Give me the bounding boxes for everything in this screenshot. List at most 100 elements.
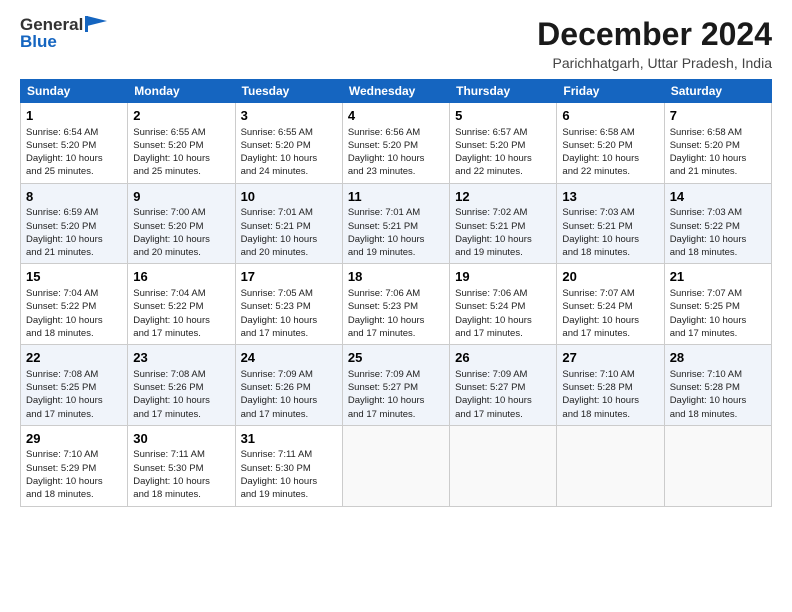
table-row: 23Sunrise: 7:08 AM Sunset: 5:26 PM Dayli… [128, 345, 235, 426]
day-detail: Sunrise: 7:04 AM Sunset: 5:22 PM Dayligh… [26, 287, 122, 340]
header-wednesday: Wednesday [342, 80, 449, 103]
title-block: December 2024 Parichhatgarh, Uttar Prade… [537, 16, 772, 71]
calendar-table: Sunday Monday Tuesday Wednesday Thursday… [20, 79, 772, 507]
table-row: 26Sunrise: 7:09 AM Sunset: 5:27 PM Dayli… [450, 345, 557, 426]
day-detail: Sunrise: 7:05 AM Sunset: 5:23 PM Dayligh… [241, 287, 337, 340]
day-number: 21 [670, 268, 766, 286]
table-row [342, 425, 449, 506]
day-detail: Sunrise: 7:01 AM Sunset: 5:21 PM Dayligh… [241, 206, 337, 259]
day-number: 18 [348, 268, 444, 286]
day-detail: Sunrise: 7:06 AM Sunset: 5:24 PM Dayligh… [455, 287, 551, 340]
day-detail: Sunrise: 6:56 AM Sunset: 5:20 PM Dayligh… [348, 126, 444, 179]
calendar-page: General Blue December 2024 Parichhatgarh… [0, 0, 792, 612]
table-row: 9Sunrise: 7:00 AM Sunset: 5:20 PM Daylig… [128, 183, 235, 264]
table-row: 10Sunrise: 7:01 AM Sunset: 5:21 PM Dayli… [235, 183, 342, 264]
logo-text: General Blue [20, 16, 107, 51]
day-detail: Sunrise: 7:08 AM Sunset: 5:26 PM Dayligh… [133, 368, 229, 421]
day-detail: Sunrise: 7:10 AM Sunset: 5:29 PM Dayligh… [26, 448, 122, 501]
page-header: General Blue December 2024 Parichhatgarh… [20, 16, 772, 71]
day-number: 25 [348, 349, 444, 367]
day-detail: Sunrise: 6:59 AM Sunset: 5:20 PM Dayligh… [26, 206, 122, 259]
table-row [557, 425, 664, 506]
day-detail: Sunrise: 7:10 AM Sunset: 5:28 PM Dayligh… [670, 368, 766, 421]
logo-flag-icon [85, 16, 107, 32]
table-row: 5Sunrise: 6:57 AM Sunset: 5:20 PM Daylig… [450, 103, 557, 184]
day-number: 22 [26, 349, 122, 367]
day-number: 5 [455, 107, 551, 125]
table-row: 3Sunrise: 6:55 AM Sunset: 5:20 PM Daylig… [235, 103, 342, 184]
header-friday: Friday [557, 80, 664, 103]
header-tuesday: Tuesday [235, 80, 342, 103]
table-row: 19Sunrise: 7:06 AM Sunset: 5:24 PM Dayli… [450, 264, 557, 345]
calendar-header-row: Sunday Monday Tuesday Wednesday Thursday… [21, 80, 772, 103]
day-number: 11 [348, 188, 444, 206]
day-number: 28 [670, 349, 766, 367]
day-number: 26 [455, 349, 551, 367]
day-detail: Sunrise: 7:01 AM Sunset: 5:21 PM Dayligh… [348, 206, 444, 259]
day-number: 30 [133, 430, 229, 448]
day-detail: Sunrise: 6:54 AM Sunset: 5:20 PM Dayligh… [26, 126, 122, 179]
day-number: 31 [241, 430, 337, 448]
day-number: 2 [133, 107, 229, 125]
day-number: 24 [241, 349, 337, 367]
header-saturday: Saturday [664, 80, 771, 103]
table-row: 25Sunrise: 7:09 AM Sunset: 5:27 PM Dayli… [342, 345, 449, 426]
day-number: 10 [241, 188, 337, 206]
day-number: 15 [26, 268, 122, 286]
header-monday: Monday [128, 80, 235, 103]
day-detail: Sunrise: 7:03 AM Sunset: 5:21 PM Dayligh… [562, 206, 658, 259]
table-row: 31Sunrise: 7:11 AM Sunset: 5:30 PM Dayli… [235, 425, 342, 506]
month-title: December 2024 [537, 16, 772, 53]
day-detail: Sunrise: 7:02 AM Sunset: 5:21 PM Dayligh… [455, 206, 551, 259]
day-detail: Sunrise: 7:04 AM Sunset: 5:22 PM Dayligh… [133, 287, 229, 340]
table-row [450, 425, 557, 506]
day-number: 19 [455, 268, 551, 286]
day-number: 4 [348, 107, 444, 125]
day-detail: Sunrise: 7:03 AM Sunset: 5:22 PM Dayligh… [670, 206, 766, 259]
day-detail: Sunrise: 7:09 AM Sunset: 5:27 PM Dayligh… [348, 368, 444, 421]
day-number: 27 [562, 349, 658, 367]
header-sunday: Sunday [21, 80, 128, 103]
day-detail: Sunrise: 6:55 AM Sunset: 5:20 PM Dayligh… [133, 126, 229, 179]
day-detail: Sunrise: 7:11 AM Sunset: 5:30 PM Dayligh… [241, 448, 337, 501]
day-detail: Sunrise: 7:06 AM Sunset: 5:23 PM Dayligh… [348, 287, 444, 340]
calendar-week-row: 15Sunrise: 7:04 AM Sunset: 5:22 PM Dayli… [21, 264, 772, 345]
table-row: 12Sunrise: 7:02 AM Sunset: 5:21 PM Dayli… [450, 183, 557, 264]
day-detail: Sunrise: 7:08 AM Sunset: 5:25 PM Dayligh… [26, 368, 122, 421]
table-row: 15Sunrise: 7:04 AM Sunset: 5:22 PM Dayli… [21, 264, 128, 345]
day-number: 12 [455, 188, 551, 206]
table-row: 4Sunrise: 6:56 AM Sunset: 5:20 PM Daylig… [342, 103, 449, 184]
logo-blue: Blue [20, 33, 107, 52]
day-detail: Sunrise: 7:11 AM Sunset: 5:30 PM Dayligh… [133, 448, 229, 501]
table-row: 20Sunrise: 7:07 AM Sunset: 5:24 PM Dayli… [557, 264, 664, 345]
table-row: 14Sunrise: 7:03 AM Sunset: 5:22 PM Dayli… [664, 183, 771, 264]
day-number: 8 [26, 188, 122, 206]
day-number: 13 [562, 188, 658, 206]
table-row: 27Sunrise: 7:10 AM Sunset: 5:28 PM Dayli… [557, 345, 664, 426]
day-number: 23 [133, 349, 229, 367]
table-row: 18Sunrise: 7:06 AM Sunset: 5:23 PM Dayli… [342, 264, 449, 345]
day-number: 6 [562, 107, 658, 125]
day-detail: Sunrise: 7:00 AM Sunset: 5:20 PM Dayligh… [133, 206, 229, 259]
day-detail: Sunrise: 6:55 AM Sunset: 5:20 PM Dayligh… [241, 126, 337, 179]
day-number: 3 [241, 107, 337, 125]
day-detail: Sunrise: 7:07 AM Sunset: 5:25 PM Dayligh… [670, 287, 766, 340]
table-row: 11Sunrise: 7:01 AM Sunset: 5:21 PM Dayli… [342, 183, 449, 264]
day-number: 1 [26, 107, 122, 125]
calendar-week-row: 22Sunrise: 7:08 AM Sunset: 5:25 PM Dayli… [21, 345, 772, 426]
calendar-week-row: 29Sunrise: 7:10 AM Sunset: 5:29 PM Dayli… [21, 425, 772, 506]
table-row: 7Sunrise: 6:58 AM Sunset: 5:20 PM Daylig… [664, 103, 771, 184]
table-row: 6Sunrise: 6:58 AM Sunset: 5:20 PM Daylig… [557, 103, 664, 184]
day-detail: Sunrise: 6:58 AM Sunset: 5:20 PM Dayligh… [562, 126, 658, 179]
day-number: 29 [26, 430, 122, 448]
table-row: 8Sunrise: 6:59 AM Sunset: 5:20 PM Daylig… [21, 183, 128, 264]
table-row [664, 425, 771, 506]
day-detail: Sunrise: 7:07 AM Sunset: 5:24 PM Dayligh… [562, 287, 658, 340]
day-detail: Sunrise: 6:57 AM Sunset: 5:20 PM Dayligh… [455, 126, 551, 179]
calendar-week-row: 8Sunrise: 6:59 AM Sunset: 5:20 PM Daylig… [21, 183, 772, 264]
day-detail: Sunrise: 6:58 AM Sunset: 5:20 PM Dayligh… [670, 126, 766, 179]
day-number: 9 [133, 188, 229, 206]
day-detail: Sunrise: 7:09 AM Sunset: 5:26 PM Dayligh… [241, 368, 337, 421]
table-row: 28Sunrise: 7:10 AM Sunset: 5:28 PM Dayli… [664, 345, 771, 426]
table-row: 16Sunrise: 7:04 AM Sunset: 5:22 PM Dayli… [128, 264, 235, 345]
